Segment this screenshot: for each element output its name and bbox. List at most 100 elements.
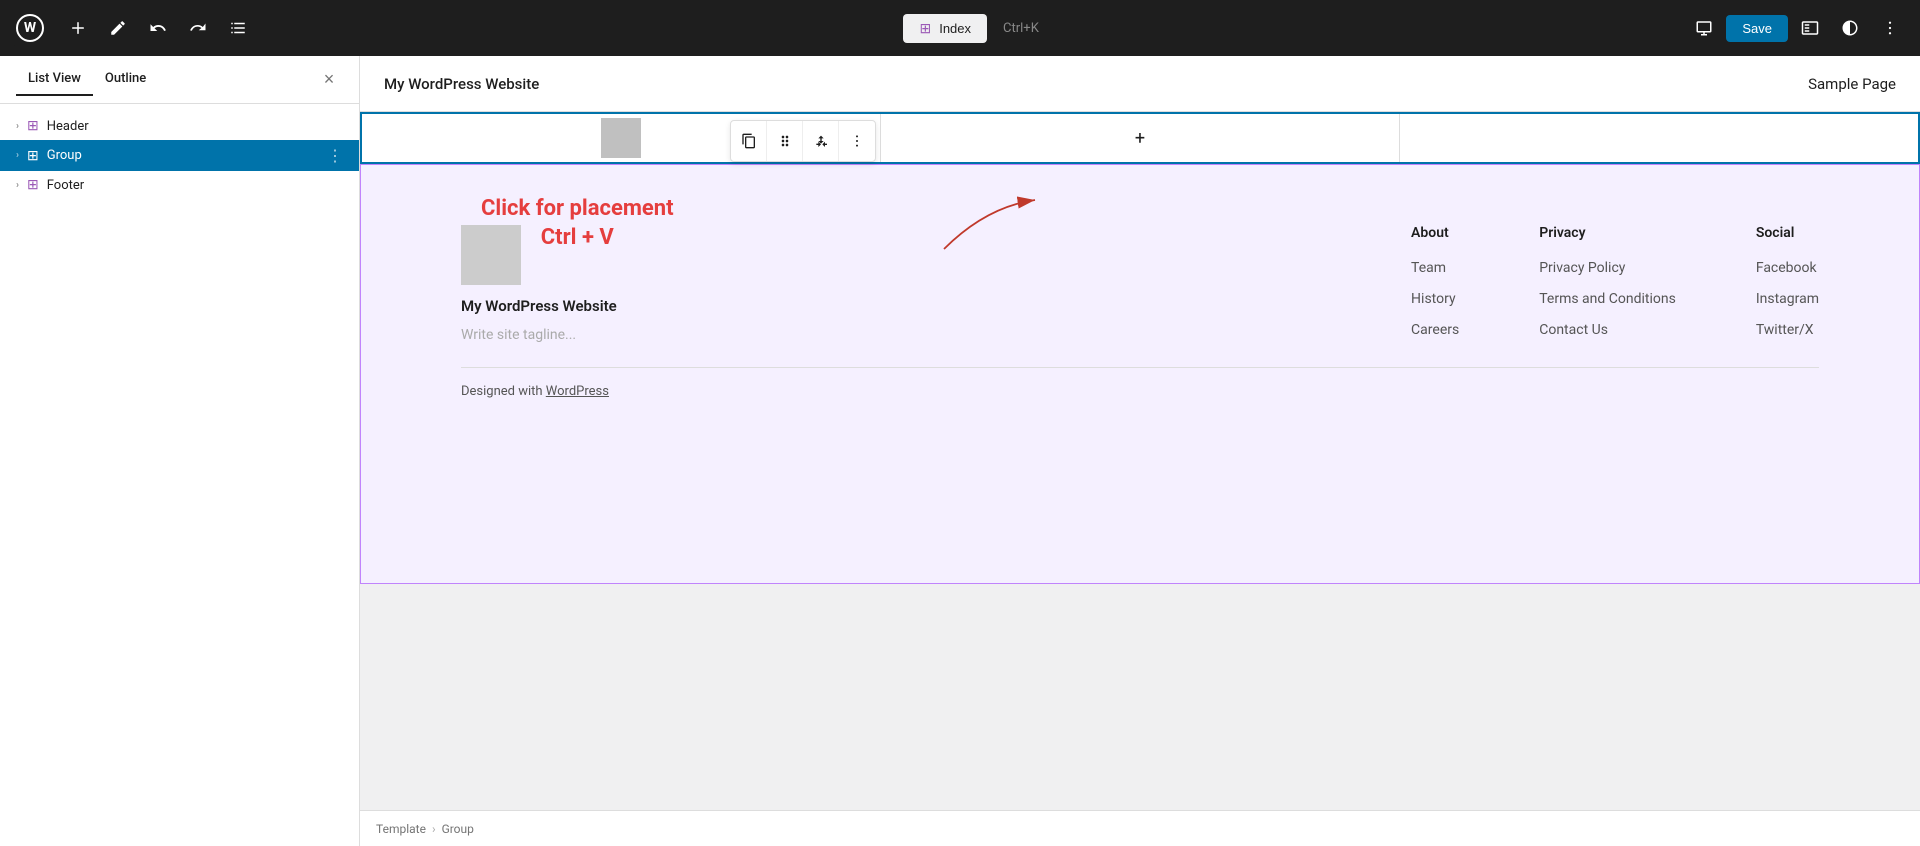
footer-nav-privacy: Privacy Privacy Policy Terms and Conditi… <box>1539 225 1676 343</box>
privacy-policy-link[interactable]: Privacy Policy <box>1539 260 1625 276</box>
duplicate-icon <box>741 133 757 149</box>
toolbar-center: ⊞ Index Ctrl+K <box>260 14 1682 43</box>
list-item: Facebook <box>1756 257 1819 276</box>
footer-site-name: My WordPress Website <box>461 297 661 315</box>
pencil-icon <box>109 19 127 37</box>
terms-conditions-link[interactable]: Terms and Conditions <box>1539 291 1676 307</box>
designed-with-text: Designed with <box>461 384 546 399</box>
columns-container: + <box>360 112 1920 164</box>
about-team-link[interactable]: Team <box>1411 260 1446 276</box>
ellipsis-icon <box>1881 19 1899 37</box>
undo-icon <box>149 19 167 37</box>
footer-nav-about-heading: About <box>1411 225 1459 241</box>
more-options-icon <box>849 133 865 149</box>
drag-icon <box>777 133 793 149</box>
template-icon: ⊞ <box>919 20 931 37</box>
block-toolbar <box>730 120 876 162</box>
facebook-link[interactable]: Facebook <box>1756 260 1817 276</box>
column-add-button[interactable]: + <box>881 114 1400 162</box>
chevron-right-icon-group: › <box>16 150 19 161</box>
placement-hint: Click for placement Ctrl + V <box>481 195 674 252</box>
editor-topbar: My WordPress Website Sample Page <box>360 56 1920 112</box>
index-tab-label: Index <box>939 21 971 36</box>
list-view-icon <box>229 19 247 37</box>
list-item: Terms and Conditions <box>1539 288 1676 307</box>
tab-list-view[interactable]: List View <box>16 63 93 96</box>
list-item: Privacy Policy <box>1539 257 1676 276</box>
toolbar-right: Save <box>1686 10 1908 46</box>
sidebar-icon <box>1801 19 1819 37</box>
index-tab-button[interactable]: ⊞ Index <box>903 14 987 43</box>
group-item-label: Group <box>47 148 82 163</box>
content-area: My WordPress Website Sample Page <box>360 56 1920 846</box>
footer-tagline[interactable]: Write site tagline... <box>461 327 661 343</box>
placement-hint-line1: Click for placement <box>481 195 674 224</box>
wordpress-logo: W <box>12 10 48 46</box>
template-breadcrumb[interactable]: Template <box>376 822 426 836</box>
list-item: Team <box>1411 257 1459 276</box>
tab-outline[interactable]: Outline <box>93 63 158 96</box>
footer-item-label: Footer <box>47 178 84 193</box>
column-right <box>1400 114 1918 162</box>
duplicate-block-button[interactable] <box>731 121 767 161</box>
chevron-right-icon: › <box>16 121 19 132</box>
about-history-link[interactable]: History <box>1411 291 1456 307</box>
editor-canvas: + Click for placement <box>360 112 1920 810</box>
placement-overlay[interactable]: Click for placement Ctrl + V My WordPres… <box>360 164 1920 584</box>
contrast-button[interactable] <box>1832 10 1868 46</box>
breadcrumb-separator: › <box>432 822 436 836</box>
list-item: Contact Us <box>1539 319 1676 338</box>
wordpress-link[interactable]: WordPress <box>546 384 609 399</box>
footer-nav-about: About Team History Careers <box>1411 225 1459 343</box>
footer-nav-columns: About Team History Careers Privacy <box>1411 225 1819 343</box>
twitter-link[interactable]: Twitter/X <box>1756 322 1814 338</box>
footer-nav-privacy-heading: Privacy <box>1539 225 1676 241</box>
plus-icon <box>69 19 87 37</box>
arrows-updown-icon <box>813 133 829 149</box>
drag-handle-button[interactable] <box>767 121 803 161</box>
list-item: History <box>1411 288 1459 307</box>
sample-page-link[interactable]: Sample Page <box>1808 75 1896 93</box>
group-breadcrumb: Group <box>442 822 474 836</box>
contact-us-link[interactable]: Contact Us <box>1539 322 1608 338</box>
view-toggle-button[interactable] <box>1686 10 1722 46</box>
main-layout: List View Outline × › ⊞ Header › ⊞ Group… <box>0 56 1920 846</box>
footer-nav-social: Social Facebook Instagram Twitter/X <box>1756 225 1819 343</box>
contrast-icon <box>1841 19 1859 37</box>
sidebar: List View Outline × › ⊞ Header › ⊞ Group… <box>0 56 360 846</box>
desktop-icon <box>1695 19 1713 37</box>
sidebar-item-footer[interactable]: › ⊞ Footer <box>0 171 359 199</box>
sidebar-close-button[interactable]: × <box>315 66 343 94</box>
status-bar: Template › Group <box>360 810 1920 846</box>
list-item: Twitter/X <box>1756 319 1819 338</box>
redo-icon <box>189 19 207 37</box>
about-careers-link[interactable]: Careers <box>1411 322 1459 338</box>
sidebar-item-header[interactable]: › ⊞ Header <box>0 112 359 140</box>
instagram-link[interactable]: Instagram <box>1756 291 1819 307</box>
sidebar-items: › ⊞ Header › ⊞ Group ⋮ › ⊞ Footer <box>0 104 359 207</box>
sidebar-header: List View Outline × <box>0 56 359 104</box>
save-button[interactable]: Save <box>1726 15 1788 42</box>
edit-button[interactable] <box>100 10 136 46</box>
placement-hint-line2: Ctrl + V <box>481 224 674 253</box>
chevron-right-icon-footer: › <box>16 180 19 191</box>
sidebar-toggle-button[interactable] <box>1792 10 1828 46</box>
group-block-icon: ⊞ <box>27 148 39 164</box>
site-title: My WordPress Website <box>384 75 539 93</box>
header-block-icon: ⊞ <box>27 118 39 134</box>
top-toolbar: W ⊞ Index Ctrl+K Save <box>0 0 1920 56</box>
group-options-icon[interactable]: ⋮ <box>327 146 343 165</box>
plus-column-icon: + <box>1135 128 1145 149</box>
undo-button[interactable] <box>140 10 176 46</box>
header-item-label: Header <box>47 119 89 134</box>
list-item: Careers <box>1411 319 1459 338</box>
redo-button[interactable] <box>180 10 216 46</box>
footer-bottom: Designed with WordPress <box>461 367 1819 399</box>
options-button[interactable] <box>1872 10 1908 46</box>
sidebar-item-group[interactable]: › ⊞ Group ⋮ <box>0 140 359 171</box>
move-up-down-button[interactable] <box>803 121 839 161</box>
list-item: Instagram <box>1756 288 1819 307</box>
add-block-button[interactable] <box>60 10 96 46</box>
list-view-button[interactable] <box>220 10 256 46</box>
block-more-options-button[interactable] <box>839 121 875 161</box>
